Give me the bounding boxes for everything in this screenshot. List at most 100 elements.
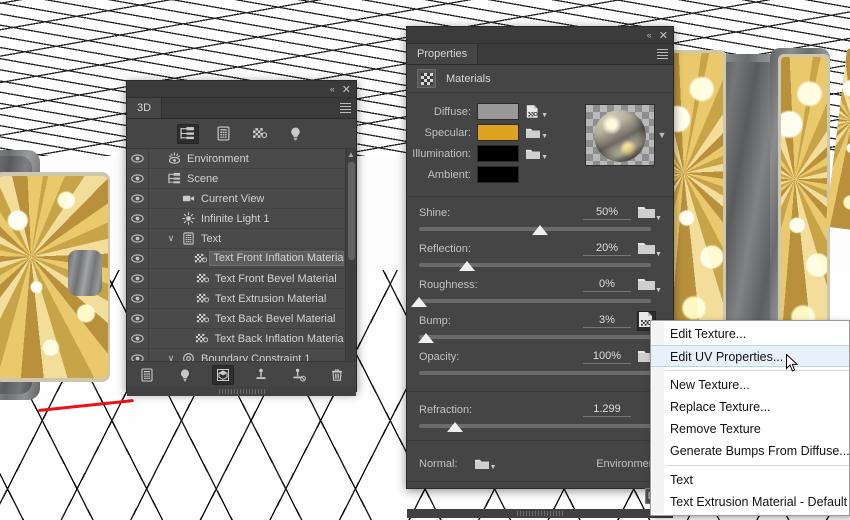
camera-icon xyxy=(179,192,197,205)
texture-image-icon[interactable]: ▼ xyxy=(526,104,548,119)
slider-thumb[interactable] xyxy=(459,261,475,271)
context-menu-item[interactable]: Text Extrusion Material - Default Te xyxy=(651,491,849,513)
visibility-toggle-icon[interactable] xyxy=(127,289,149,308)
folder-icon[interactable]: ▼ xyxy=(639,241,661,258)
scene-graph-row[interactable]: Text Front Inflation Material xyxy=(127,249,356,269)
panel-properties[interactable]: « ✕ Properties Materials Diffuse:▼Specul… xyxy=(406,26,674,489)
scene-graph-row[interactable]: Text Back Bevel Material xyxy=(127,309,356,329)
scene-graph-row[interactable]: Text Back Inflation Material xyxy=(127,329,356,349)
context-menu-item[interactable]: New Texture... xyxy=(651,374,849,396)
folder-icon[interactable]: ▼ xyxy=(639,277,661,294)
color-swatch[interactable] xyxy=(477,145,519,162)
slider-value[interactable]: 100% xyxy=(583,350,631,364)
slider-track-row[interactable] xyxy=(419,223,661,239)
collapse-icon[interactable]: « xyxy=(330,84,334,94)
folder-icon[interactable]: ▼ xyxy=(526,147,548,161)
visibility-toggle-icon[interactable] xyxy=(127,169,149,188)
visibility-toggle-icon[interactable] xyxy=(127,269,149,288)
slider-track-row[interactable] xyxy=(419,367,661,383)
slider-value[interactable]: 1.299 xyxy=(583,403,631,417)
scene-tool[interactable] xyxy=(177,124,199,144)
visibility-toggle-icon[interactable] xyxy=(127,309,149,328)
add-light-button[interactable] xyxy=(174,365,196,385)
slider-value[interactable]: 50% xyxy=(583,206,631,220)
scene-graph-row[interactable]: Scene xyxy=(127,169,356,189)
add-constraint-button[interactable] xyxy=(250,365,272,385)
mesh-tool[interactable] xyxy=(213,124,235,144)
context-menu-item[interactable]: Generate Bumps From Diffuse... xyxy=(651,440,849,462)
context-menu-item[interactable]: Edit Texture... xyxy=(651,323,849,345)
panel-menu-icon[interactable] xyxy=(655,44,673,64)
slider-value[interactable]: 3% xyxy=(583,314,631,328)
add-mesh-button[interactable] xyxy=(136,365,158,385)
normal-texture-button[interactable]: ▼ xyxy=(475,457,497,471)
slider-thumb[interactable] xyxy=(411,297,427,307)
property-slider: Reflection: 20% ▼ xyxy=(419,239,661,275)
material-color-label: Illumination: xyxy=(407,148,477,160)
scene-graph-row[interactable]: ∨Boundary Constraint 1 xyxy=(127,349,356,361)
folder-icon[interactable]: ▼ xyxy=(639,205,661,222)
tab-3d[interactable]: 3D xyxy=(127,98,162,118)
visibility-toggle-icon[interactable] xyxy=(127,349,149,361)
slider-track-row[interactable] xyxy=(419,420,661,436)
visibility-toggle-icon[interactable] xyxy=(127,209,149,228)
visibility-toggle-icon[interactable] xyxy=(127,329,149,348)
context-menu-item[interactable]: Replace Texture... xyxy=(651,396,849,418)
scene-graph-row[interactable]: Text Front Bevel Material xyxy=(127,269,356,289)
materials-tool[interactable] xyxy=(249,124,271,144)
panel-menu-icon[interactable] xyxy=(338,98,356,118)
remove-constraint-button[interactable] xyxy=(288,365,310,385)
panel-properties-resize-grip[interactable] xyxy=(407,509,673,518)
list-scrollbar[interactable]: ▲ xyxy=(345,149,356,361)
visibility-toggle-icon[interactable] xyxy=(127,229,149,248)
scene-graph-row[interactable]: Environment xyxy=(127,149,356,169)
context-menu-item[interactable]: Remove Texture xyxy=(651,418,849,440)
visibility-toggle-icon[interactable] xyxy=(127,149,149,168)
slider-track-row[interactable] xyxy=(419,259,661,275)
slider-value[interactable]: 0% xyxy=(583,278,631,292)
material-color-row: Diffuse:▼ xyxy=(407,102,585,121)
context-menu-item[interactable]: Text xyxy=(651,469,849,491)
panel-3d[interactable]: « ✕ 3D EnvironmentSceneCurrent ViewInfin… xyxy=(126,80,357,392)
lights-tool[interactable] xyxy=(285,124,307,144)
scrollbar-thumb[interactable] xyxy=(348,162,355,260)
slider-track[interactable] xyxy=(419,263,651,267)
texture-context-menu[interactable]: Edit Texture...Edit UV Properties... New … xyxy=(650,320,850,516)
delete-button[interactable] xyxy=(326,365,348,385)
slider-value[interactable]: 20% xyxy=(583,242,631,256)
context-menu-item[interactable]: Edit UV Properties... xyxy=(651,345,849,367)
scene-graph-row[interactable]: Infinite Light 1 xyxy=(127,209,356,229)
twirl-icon[interactable]: ∨ xyxy=(163,233,179,244)
slider-track-row[interactable] xyxy=(419,331,661,347)
slider-thumb[interactable] xyxy=(418,333,434,343)
scene-graph-row[interactable]: ∨Text xyxy=(127,229,356,249)
visibility-toggle-icon[interactable] xyxy=(127,189,149,208)
slider-track[interactable] xyxy=(419,371,651,375)
scene-graph-row-label: Text Extrusion Material xyxy=(211,293,326,305)
color-swatch[interactable] xyxy=(477,166,519,183)
material-color-label: Ambient: xyxy=(407,169,477,181)
visibility-toggle-icon[interactable] xyxy=(127,249,149,268)
ibl-button[interactable] xyxy=(212,365,234,385)
grip-lines-icon xyxy=(517,511,563,516)
collapse-icon[interactable]: « xyxy=(647,30,651,40)
twirl-icon[interactable]: ∨ xyxy=(163,353,179,361)
scene-graph-row[interactable]: Current View xyxy=(127,189,356,209)
scene-graph-row[interactable]: Text Extrusion Material xyxy=(127,289,356,309)
material-preview-thumbnail[interactable] xyxy=(585,104,655,166)
slider-thumb[interactable] xyxy=(447,422,463,432)
tab-properties[interactable]: Properties xyxy=(407,44,478,64)
folder-icon[interactable]: ▼ xyxy=(526,126,548,140)
scene-graph-list[interactable]: EnvironmentSceneCurrent ViewInfinite Lig… xyxy=(127,149,356,361)
slider-track[interactable] xyxy=(419,299,651,303)
slider-thumb[interactable] xyxy=(532,225,548,235)
chevron-down-icon[interactable]: ▼ xyxy=(655,104,669,166)
scroll-up-icon[interactable]: ▲ xyxy=(346,149,356,160)
close-icon[interactable]: ✕ xyxy=(659,30,668,41)
panel-3d-resize-grip[interactable] xyxy=(127,387,356,396)
color-swatch[interactable] xyxy=(477,124,519,141)
slider-track[interactable] xyxy=(419,335,651,339)
slider-track-row[interactable] xyxy=(419,295,661,311)
color-swatch[interactable] xyxy=(477,103,519,120)
close-icon[interactable]: ✕ xyxy=(342,84,351,95)
